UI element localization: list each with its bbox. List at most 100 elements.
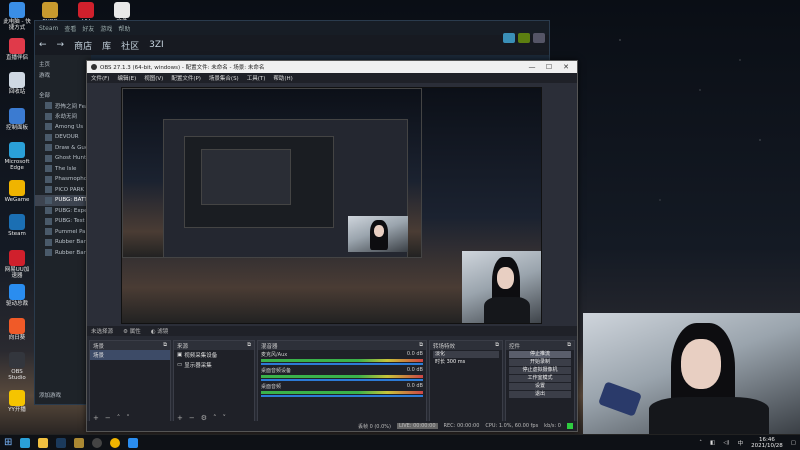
maximize-icon[interactable]: ☐ [542, 63, 556, 71]
input-language[interactable]: 中 [738, 439, 744, 447]
volume-slider[interactable] [261, 363, 423, 365]
back-icon[interactable]: ← [39, 40, 47, 50]
control-button[interactable]: 停止虚拟摄像机 [509, 367, 571, 374]
steam-menu-item[interactable]: 帮助 [118, 24, 130, 33]
app-icon [9, 214, 25, 230]
dock-float-icon[interactable]: ⧉ [163, 342, 167, 349]
browser-icon[interactable] [128, 437, 139, 448]
steam-game-item[interactable]: Pummel Part [35, 227, 91, 238]
notification-icon[interactable]: ▢ [791, 440, 796, 446]
volume-slider[interactable] [261, 395, 423, 397]
obs-menu-item[interactable]: 编辑(E) [117, 74, 136, 82]
scenes-title: 场景 [93, 343, 105, 350]
control-button[interactable]: 设置 [509, 383, 571, 390]
steam-menu-item[interactable]: 好友 [82, 24, 94, 33]
scene-item[interactable]: 场景 [90, 350, 170, 360]
filters-button[interactable]: ◐ 滤镜 [151, 327, 169, 335]
control-button[interactable]: 停止推流 [509, 351, 571, 358]
steam-game-item[interactable]: DEVOUR [35, 132, 91, 143]
steam-game-item[interactable]: Phasmophob [35, 174, 91, 185]
steam-section-all[interactable]: 全部 [35, 90, 91, 101]
obs-menu-item[interactable]: 帮助(H) [273, 74, 292, 82]
avatar[interactable] [533, 33, 545, 43]
steam-game-item[interactable]: PICO PARK [35, 185, 91, 196]
steam-game-item[interactable]: Among Us [35, 122, 91, 133]
steam-game-item[interactable]: Draw & Gues [35, 143, 91, 154]
scenes-dock: 场景 ⧉ 场景 + − ˄ ˅ [89, 340, 171, 424]
steam-menu-item[interactable]: Steam [39, 25, 58, 32]
network-icon[interactable]: ◧ [710, 440, 715, 446]
steam-menu-item[interactable]: 查看 [64, 24, 76, 33]
start-icon[interactable]: ⊞ [4, 437, 12, 448]
steam-game-item[interactable]: Rubber Band [35, 237, 91, 248]
broadcast-icon[interactable] [503, 33, 515, 43]
clock[interactable]: 16:46 2021/10/28 [751, 437, 783, 449]
transitions-title: 转场特效 [433, 343, 456, 350]
obs-preview[interactable] [121, 87, 542, 324]
steam-home[interactable]: 主页 [35, 59, 91, 70]
transition-duration[interactable]: 时长 300 ms [433, 359, 499, 366]
steam-game-item[interactable]: The Isle [35, 164, 91, 175]
folder-icon[interactable] [38, 437, 49, 448]
steam-game-item[interactable]: PUBG: Exper [35, 206, 91, 217]
control-button[interactable]: 退出 [509, 391, 571, 398]
source-item[interactable]: ▭ 显示器采集 [174, 360, 254, 370]
source-item[interactable]: ▣ 视频采集设备 [174, 350, 254, 360]
control-button[interactable]: 工作室模式 [509, 375, 571, 382]
steam-nav-store[interactable]: 商店 [74, 39, 92, 52]
obs-window[interactable]: OBS 27.1.3 (64-bit, windows) - 配置文件: 未命名… [86, 60, 578, 432]
steam-game-item[interactable]: 永劫无间 [35, 111, 91, 122]
steam-game-item[interactable]: Ghost Hunte [35, 153, 91, 164]
steam-nav-library[interactable]: 库 [102, 39, 111, 52]
steam-icon[interactable] [56, 437, 67, 448]
steam-menu-item[interactable]: 游戏 [100, 24, 112, 33]
properties-button[interactable]: ⚙ 属性 [123, 327, 141, 335]
desktop-icon[interactable]: 驱动总裁 [2, 284, 32, 307]
obs-icon[interactable] [92, 437, 103, 448]
game-icon [45, 228, 52, 236]
volume-icon[interactable]: ◁) [723, 440, 729, 446]
dock-float-icon[interactable]: ⧉ [495, 342, 499, 349]
obs-menu-item[interactable]: 工具(T) [247, 74, 266, 82]
notification-icon[interactable] [518, 33, 530, 43]
obs-menu-item[interactable]: 场景集合(S) [209, 74, 239, 82]
desktop-icon[interactable]: 网易UU加速器 [2, 250, 32, 279]
minimize-icon[interactable]: — [525, 63, 539, 71]
steam-game-item[interactable]: Rubber Band [35, 248, 91, 259]
steam-filter[interactable]: 游戏 [35, 70, 91, 81]
dock-float-icon[interactable]: ⧉ [419, 342, 423, 349]
transition-select[interactable]: 淡化 [433, 351, 499, 358]
app-icon[interactable] [74, 437, 85, 448]
steam-game-item[interactable]: PUBG: BATTL [35, 195, 91, 206]
obs-menu-item[interactable]: 配置文件(P) [171, 74, 201, 82]
desktop-icon[interactable]: WeGame [2, 180, 32, 203]
desktop-icon[interactable]: YY开播 [2, 390, 32, 413]
steam-nav-profile[interactable]: 3ZI [149, 40, 164, 50]
steam-game-item[interactable]: 恐怖之间 Fea [35, 101, 91, 112]
desktop-icon[interactable]: 控制面板 [2, 108, 32, 131]
edge-icon[interactable] [20, 437, 31, 448]
add-game-button[interactable]: 添加游戏 [35, 390, 61, 401]
obs-title: OBS 27.1.3 (64-bit, windows) - 配置文件: 未命名… [100, 65, 265, 71]
app-icon [9, 38, 25, 54]
obs-menu-item[interactable]: 视图(V) [144, 74, 163, 82]
desktop-icon[interactable]: Steam [2, 214, 32, 237]
dock-float-icon[interactable]: ⧉ [567, 342, 571, 349]
volume-slider[interactable] [261, 379, 423, 381]
control-button[interactable]: 开始录制 [509, 359, 571, 366]
desktop-icon[interactable]: Microsoft Edge [2, 142, 32, 171]
steam-nav-community[interactable]: 社区 [121, 39, 139, 52]
close-icon[interactable]: ✕ [559, 63, 573, 71]
steam-library-sidebar: 主页 游戏 全部 恐怖之间 Fea 永劫无间 Among Us DEVOUR Draw … [35, 55, 91, 404]
steam-game-item[interactable]: PUBG: Test S [35, 216, 91, 227]
desktop-icon[interactable]: 此电脑 - 快捷方式 [2, 2, 32, 31]
tray-chevron-icon[interactable]: ˄ [699, 440, 702, 446]
wegame-icon[interactable] [110, 437, 121, 448]
desktop-icon[interactable]: 向日葵 [2, 318, 32, 341]
desktop-icon[interactable]: 直播伴侣 [2, 38, 32, 61]
dock-float-icon[interactable]: ⧉ [247, 342, 251, 349]
obs-menu-item[interactable]: 文件(F) [91, 74, 109, 82]
forward-icon[interactable]: → [57, 40, 65, 50]
desktop-icon[interactable]: 回收站 [2, 72, 32, 95]
desktop-icon[interactable]: OBS Studio [2, 352, 32, 381]
